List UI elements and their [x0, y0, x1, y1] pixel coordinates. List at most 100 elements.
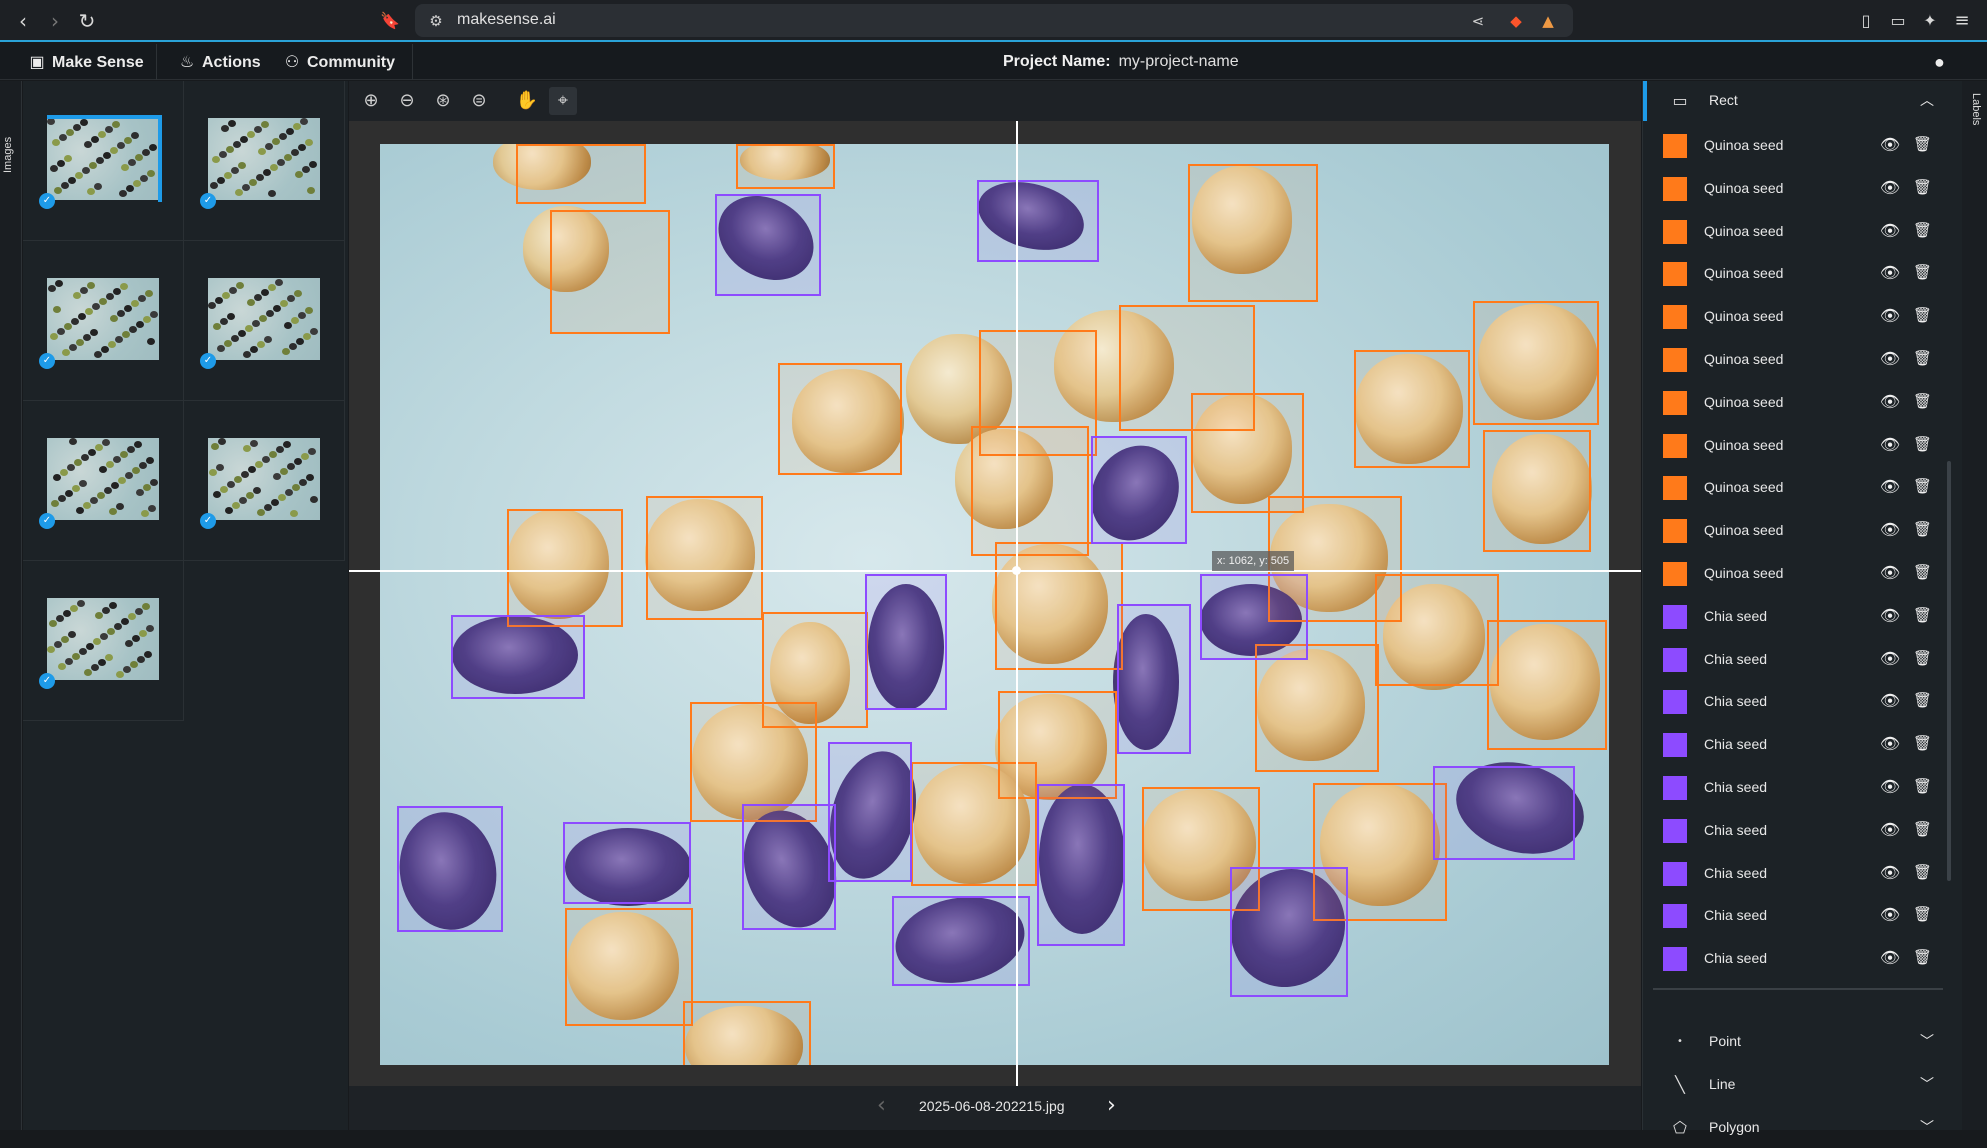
- actions-menu[interactable]: ♨ Actions: [178, 52, 261, 72]
- back-icon[interactable]: ‹: [10, 8, 36, 34]
- delete-icon[interactable]: 🗑: [1913, 349, 1932, 369]
- visibility-eye-icon[interactable]: 👁: [1879, 263, 1901, 283]
- bounding-box-chia[interactable]: [715, 194, 821, 296]
- bounding-box-chia[interactable]: [828, 742, 912, 882]
- bounding-box-chia[interactable]: [1433, 766, 1575, 860]
- app-logo[interactable]: ▣ Make Sense: [28, 52, 143, 72]
- leo-ai-icon[interactable]: ✦: [1917, 8, 1943, 34]
- bounding-box-quinoa[interactable]: [507, 509, 623, 627]
- bookmark-icon[interactable]: 🔖: [377, 8, 403, 34]
- community-menu[interactable]: ⚇ Community: [283, 52, 395, 72]
- label-name[interactable]: Quinoa seed: [1704, 308, 1783, 324]
- site-info-icon[interactable]: ⚙: [425, 10, 447, 32]
- delete-icon[interactable]: 🗑: [1913, 221, 1932, 241]
- bounding-box-quinoa[interactable]: [1191, 393, 1304, 513]
- visibility-eye-icon[interactable]: 👁: [1879, 863, 1901, 883]
- bounding-box-quinoa[interactable]: [995, 542, 1123, 670]
- chevron-down-icon[interactable]: ﹀: [1920, 1117, 1934, 1137]
- visibility-eye-icon[interactable]: 👁: [1879, 306, 1901, 326]
- label-row[interactable]: Quinoa seed 👁 🗑: [1643, 124, 1963, 167]
- label-row[interactable]: Quinoa seed 👁 🗑: [1643, 424, 1963, 467]
- delete-icon[interactable]: 🗑: [1913, 948, 1932, 968]
- delete-icon[interactable]: 🗑: [1913, 178, 1932, 198]
- annotation-canvas[interactable]: x: 1062, y: 505: [349, 121, 1641, 1086]
- label-row[interactable]: Chia seed 👁 🗑: [1643, 638, 1963, 681]
- label-row[interactable]: Quinoa seed 👁 🗑: [1643, 167, 1963, 210]
- sidebar-toggle-icon[interactable]: ▯: [1853, 8, 1879, 34]
- visibility-eye-icon[interactable]: 👁: [1879, 392, 1901, 412]
- labels-tab[interactable]: Labels: [1962, 81, 1987, 1130]
- label-color-swatch[interactable]: [1663, 262, 1687, 287]
- visibility-eye-icon[interactable]: 👁: [1879, 563, 1901, 583]
- visibility-eye-icon[interactable]: 👁: [1879, 905, 1901, 925]
- visibility-eye-icon[interactable]: 👁: [1879, 435, 1901, 455]
- label-color-swatch[interactable]: [1663, 176, 1687, 201]
- bounding-box-chia[interactable]: [1200, 574, 1308, 660]
- label-name[interactable]: Quinoa seed: [1704, 351, 1783, 367]
- thumbnail-6[interactable]: ✓: [184, 401, 345, 561]
- reload-icon[interactable]: ↻: [74, 8, 100, 34]
- label-color-swatch[interactable]: [1663, 647, 1687, 672]
- rect-section-header[interactable]: ▭ Rect ︿: [1643, 81, 1963, 121]
- label-name[interactable]: Chia seed: [1704, 651, 1767, 667]
- visibility-eye-icon[interactable]: 👁: [1879, 135, 1901, 155]
- bounding-box-quinoa[interactable]: [1354, 350, 1470, 468]
- label-color-swatch[interactable]: [1663, 861, 1687, 886]
- chevron-down-icon[interactable]: ﹀: [1920, 1074, 1934, 1094]
- label-name[interactable]: Quinoa seed: [1704, 437, 1783, 453]
- visibility-eye-icon[interactable]: 👁: [1879, 178, 1901, 198]
- label-color-swatch[interactable]: [1663, 348, 1687, 372]
- thumbnail-2[interactable]: ✓: [184, 81, 345, 241]
- delete-icon[interactable]: 🗑: [1913, 392, 1932, 412]
- bounding-box-quinoa[interactable]: [683, 1001, 811, 1065]
- label-row[interactable]: Quinoa seed 👁 🗑: [1643, 338, 1963, 381]
- delete-icon[interactable]: 🗑: [1913, 905, 1932, 925]
- bounding-box-quinoa[interactable]: [550, 210, 670, 334]
- label-name[interactable]: Chia seed: [1704, 736, 1767, 752]
- label-color-swatch[interactable]: [1663, 476, 1687, 501]
- visibility-eye-icon[interactable]: 👁: [1879, 734, 1901, 754]
- bounding-box-chia[interactable]: [1037, 784, 1125, 946]
- bounding-box-quinoa[interactable]: [778, 363, 902, 475]
- label-row[interactable]: Quinoa seed 👁 🗑: [1643, 466, 1963, 509]
- label-color-swatch[interactable]: [1663, 390, 1687, 415]
- label-color-swatch[interactable]: [1663, 733, 1687, 758]
- label-name[interactable]: Chia seed: [1704, 950, 1767, 966]
- label-name[interactable]: Quinoa seed: [1704, 265, 1783, 281]
- bounding-box-quinoa[interactable]: [911, 762, 1037, 886]
- delete-icon[interactable]: 🗑: [1913, 691, 1932, 711]
- thumbnail-3[interactable]: ✓: [23, 241, 184, 401]
- delete-icon[interactable]: 🗑: [1913, 606, 1932, 626]
- delete-icon[interactable]: 🗑: [1913, 820, 1932, 840]
- visibility-eye-icon[interactable]: 👁: [1879, 691, 1901, 711]
- label-name[interactable]: Chia seed: [1704, 693, 1767, 709]
- label-row[interactable]: Chia seed 👁 🗑: [1643, 766, 1963, 809]
- thumbnail-1[interactable]: ✓: [23, 81, 184, 241]
- label-color-swatch[interactable]: [1663, 904, 1687, 929]
- visibility-eye-icon[interactable]: 👁: [1879, 221, 1901, 241]
- bounding-box-quinoa[interactable]: [1255, 644, 1379, 772]
- label-row[interactable]: Quinoa seed 👁 🗑: [1643, 252, 1963, 295]
- label-name[interactable]: Chia seed: [1704, 865, 1767, 881]
- visibility-eye-icon[interactable]: 👁: [1879, 520, 1901, 540]
- bounding-box-quinoa[interactable]: [646, 496, 763, 620]
- delete-icon[interactable]: 🗑: [1913, 520, 1932, 540]
- delete-icon[interactable]: 🗑: [1913, 734, 1932, 754]
- label-color-swatch[interactable]: [1663, 818, 1687, 843]
- bounding-box-quinoa[interactable]: [1483, 430, 1591, 552]
- label-row[interactable]: Quinoa seed 👁 🗑: [1643, 210, 1963, 253]
- delete-icon[interactable]: 🗑: [1913, 435, 1932, 455]
- label-name[interactable]: Quinoa seed: [1704, 223, 1783, 239]
- bounding-box-quinoa[interactable]: [1487, 620, 1607, 750]
- delete-icon[interactable]: 🗑: [1913, 563, 1932, 583]
- label-name[interactable]: Quinoa seed: [1704, 180, 1783, 196]
- bounding-box-quinoa[interactable]: [1473, 301, 1599, 425]
- crosshair-icon[interactable]: ⌖: [549, 87, 577, 115]
- label-row[interactable]: Chia seed 👁 🗑: [1643, 852, 1963, 895]
- visibility-eye-icon[interactable]: 👁: [1879, 649, 1901, 669]
- bounding-box-quinoa[interactable]: [565, 908, 693, 1026]
- address-bar[interactable]: ⚙ makesense.ai ⋖ ◆ ▲: [415, 4, 1573, 37]
- label-row[interactable]: Chia seed 👁 🗑: [1643, 894, 1963, 937]
- label-color-swatch[interactable]: [1663, 433, 1687, 458]
- bounding-box-quinoa[interactable]: [516, 144, 646, 204]
